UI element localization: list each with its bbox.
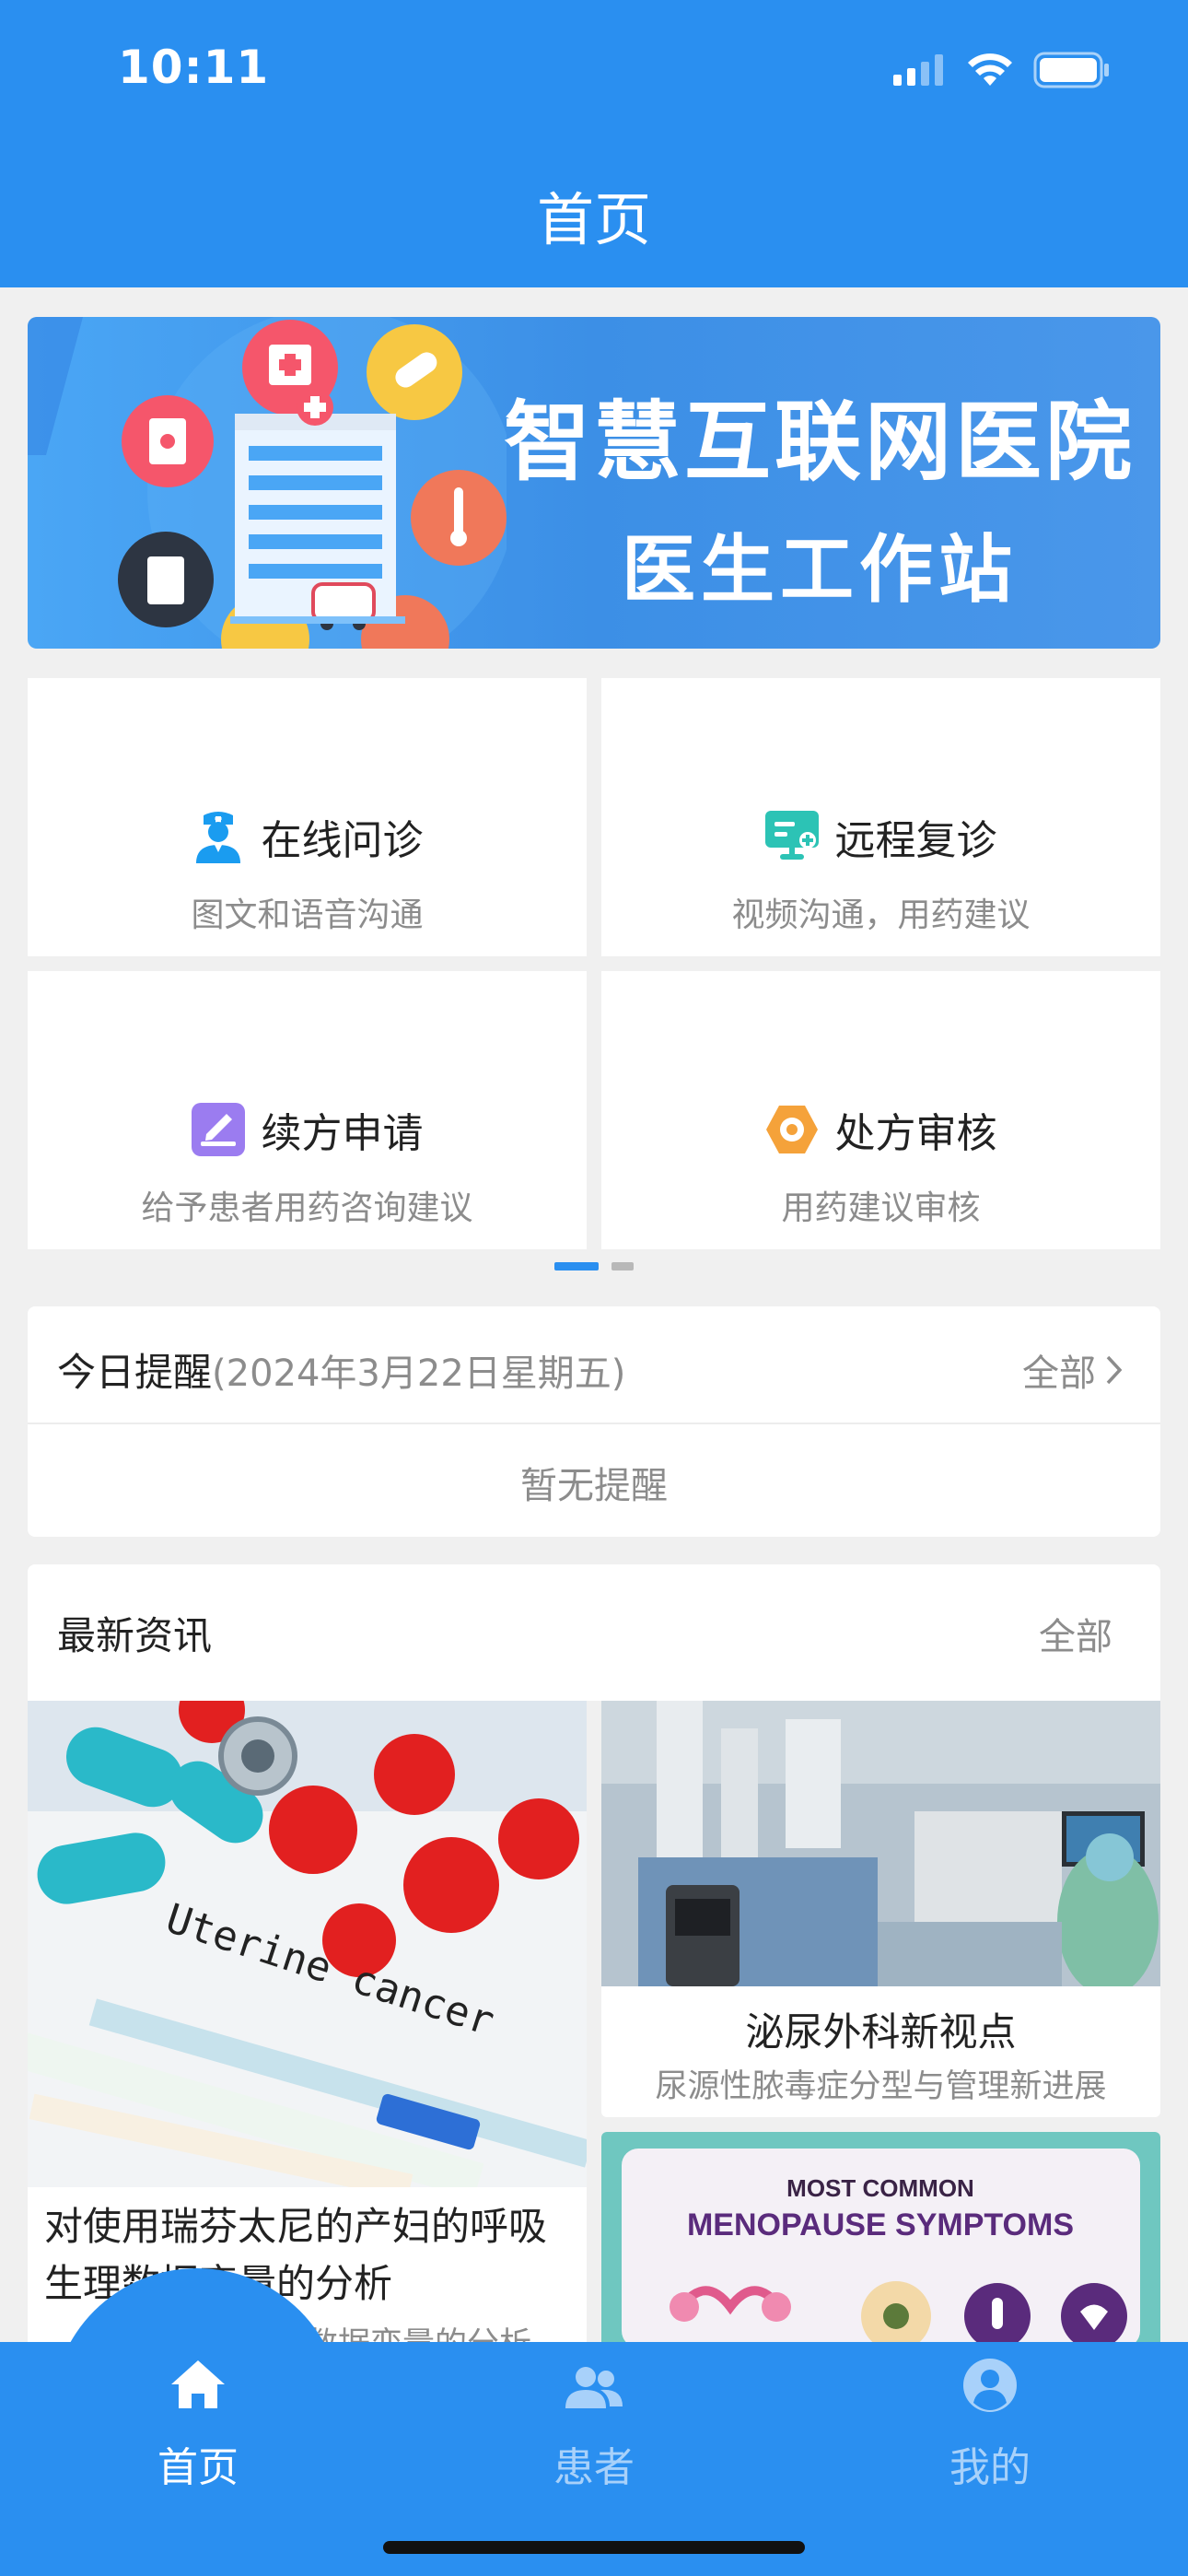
patients-icon xyxy=(396,2366,792,2410)
news-item-subtitle: 尿源性脓毒症分型与管理新进展 xyxy=(655,2068,1107,2105)
page-dot-active xyxy=(554,1262,599,1270)
tab-patients[interactable]: 患者 xyxy=(396,2342,792,2526)
wifi-icon xyxy=(968,53,1012,86)
top-bar: 10:11 首页 xyxy=(0,0,1188,287)
status-icons xyxy=(893,48,1111,92)
reminder-all-link[interactable]: 全部 xyxy=(1022,1343,1124,1397)
tab-label: 我的 xyxy=(949,2444,1031,2491)
news-image-surgery xyxy=(601,1701,1160,1986)
edit-note-icon xyxy=(191,1103,245,1156)
page-dot xyxy=(611,1262,634,1270)
service-desc: 图文和语音沟通 xyxy=(191,896,424,934)
service-title: 在线问诊 xyxy=(261,817,424,864)
service-title: 处方审核 xyxy=(834,1110,997,1157)
reminder-date: (2024年3月22日星期五) xyxy=(212,1352,626,1395)
service-online-consult[interactable]: 在线问诊 图文和语音沟通 xyxy=(28,678,587,956)
cellular-signal-icon xyxy=(893,54,943,86)
news-image-menopause: MOST COMMON MENOPAUSE SYMPTOMS xyxy=(601,2132,1160,2348)
reminder-title: 今日提醒(2024年3月22日星期五) xyxy=(57,1341,625,1398)
reminder-card: 今日提醒(2024年3月22日星期五) 全部 暂无提醒 xyxy=(28,1306,1160,1537)
news-item[interactable]: Uterine cancer 对使用瑞芬太尼的产妇的呼吸生理数据变量的分析 呼吸… xyxy=(28,1701,587,2348)
news-title: 最新资讯 xyxy=(57,1613,213,1658)
news-image-text: MOST COMMON xyxy=(786,2174,974,2202)
reminder-empty-text: 暂无提醒 xyxy=(520,1465,668,1507)
chevron-right-icon xyxy=(1106,1355,1123,1385)
hexagon-icon xyxy=(765,1103,819,1156)
news-image-text: MENOPAUSE SYMPTOMS xyxy=(687,2207,1074,2242)
status-time: 10:11 xyxy=(118,41,270,94)
news-item[interactable]: MOST COMMON MENOPAUSE SYMPTOMS xyxy=(601,2132,1160,2348)
news-item[interactable]: 泌尿外科新视点 尿源性脓毒症分型与管理新进展 xyxy=(601,1701,1160,2117)
nurse-icon xyxy=(192,810,245,863)
news-section: 最新资讯 全部 Uterine cancer 对使用瑞芬太尼的产妇的呼吸生理数据… xyxy=(28,1564,1160,2348)
service-prescription-renewal[interactable]: 续方申请 给予患者用药咨询建议 xyxy=(28,971,587,1249)
home-icon xyxy=(0,2359,396,2410)
service-desc: 用药建议审核 xyxy=(781,1189,981,1227)
news-grid: Uterine cancer 对使用瑞芬太尼的产妇的呼吸生理数据变量的分析 呼吸… xyxy=(28,1701,1160,2348)
service-title: 续方申请 xyxy=(261,1110,424,1157)
tab-profile[interactable]: 我的 xyxy=(792,2342,1188,2526)
news-all-link[interactable]: 全部 xyxy=(1039,1607,1112,1660)
tab-home[interactable]: 首页 xyxy=(0,2342,396,2526)
banner[interactable]: 智慧互联网医院 医生工作站 xyxy=(28,317,1160,649)
news-image-medication: Uterine cancer xyxy=(28,1701,587,2187)
page-indicator xyxy=(0,1262,1188,1270)
service-desc: 给予患者用药咨询建议 xyxy=(141,1189,473,1227)
home-indicator xyxy=(383,2541,805,2554)
service-desc: 视频沟通，用药建议 xyxy=(731,896,1031,934)
tab-label: 患者 xyxy=(553,2444,635,2491)
monitor-icon xyxy=(764,810,819,863)
banner-title: 智慧互联网医院 xyxy=(503,392,1136,493)
service-prescription-review[interactable]: 处方审核 用药建议审核 xyxy=(601,971,1160,1249)
reminder-all-label: 全部 xyxy=(1022,1352,1096,1395)
banner-subtitle: 医生工作站 xyxy=(622,527,1018,613)
reminder-title-text: 今日提醒 xyxy=(57,1350,213,1395)
profile-icon xyxy=(792,2357,1188,2414)
battery-icon xyxy=(1033,52,1109,88)
news-item-title: 泌尿外科新视点 xyxy=(745,2009,1017,2055)
service-title: 远程复诊 xyxy=(834,817,997,864)
service-remote-followup[interactable]: 远程复诊 视频沟通，用药建议 xyxy=(601,678,1160,956)
page-title: 首页 xyxy=(536,186,651,253)
tab-label: 首页 xyxy=(157,2444,239,2491)
hospital-illustration xyxy=(28,317,507,649)
divider xyxy=(28,1423,1160,1424)
